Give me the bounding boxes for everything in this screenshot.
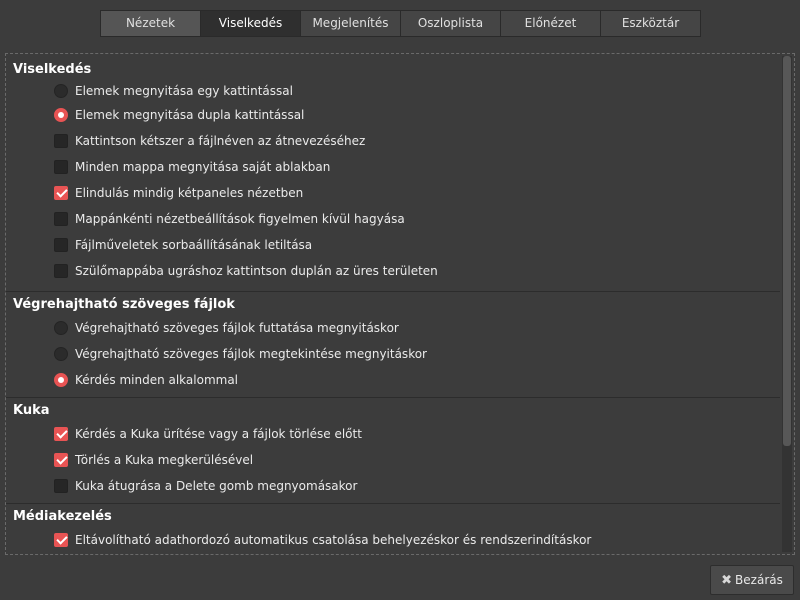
settings-panel: Viselkedés Elemek megnyitása egy kattint…	[5, 53, 795, 555]
option-label: Végrehajtható szöveges fájlok futtatása …	[75, 321, 399, 335]
radio-indicator	[54, 347, 68, 361]
section-title-behavior: Viselkedés	[13, 62, 92, 77]
option-label: Elemek megnyitása dupla kattintással	[75, 108, 305, 122]
section-title-executable: Végrehajtható szöveges fájlok	[13, 297, 235, 312]
tab-behavior[interactable]: Viselkedés	[200, 10, 300, 37]
option-label: Kérdés minden alkalommal	[75, 373, 239, 387]
section-divider	[6, 503, 780, 504]
option-label: Elemek megnyitása egy kattintással	[75, 84, 293, 98]
radio-open-double-click[interactable]: Elemek megnyitása dupla kattintással	[54, 105, 304, 125]
radio-indicator-selected	[54, 373, 68, 387]
scrollbar-thumb[interactable]	[783, 56, 791, 446]
close-icon: ✖	[721, 572, 733, 588]
close-button-label: Bezárás	[735, 573, 783, 587]
option-label: Mappánkénti nézetbeállítások figyelmen k…	[75, 212, 405, 226]
checkbox-ask-before-empty-trash[interactable]: Kérdés a Kuka ürítése vagy a fájlok törl…	[54, 424, 362, 444]
radio-indicator-selected	[54, 108, 68, 122]
radio-view-executable[interactable]: Végrehajtható szöveges fájlok megtekinté…	[54, 344, 427, 364]
checkbox-indicator	[54, 160, 68, 174]
radio-indicator	[54, 321, 68, 335]
checkbox-dual-pane-start[interactable]: Elindulás mindig kétpaneles nézetben	[54, 183, 303, 203]
tab-views[interactable]: Nézetek	[100, 10, 200, 37]
section-title-media: Médiakezelés	[13, 509, 112, 524]
settings-scroll-area: Viselkedés Elemek megnyitása egy kattint…	[6, 54, 780, 554]
option-label: Kattintson kétszer a fájlnéven az átneve…	[75, 134, 366, 148]
radio-indicator	[54, 84, 68, 98]
radio-run-executable[interactable]: Végrehajtható szöveges fájlok futtatása …	[54, 318, 399, 338]
tab-column-list[interactable]: Oszloplista	[400, 10, 500, 37]
option-label: Végrehajtható szöveges fájlok megtekinté…	[75, 347, 427, 361]
checkbox-indicator	[54, 212, 68, 226]
checkbox-indicator-checked	[54, 427, 68, 441]
checkbox-indicator	[54, 264, 68, 278]
option-label: Kuka átugrása a Delete gomb megnyomásako…	[75, 479, 358, 493]
option-label: Eltávolítható adathordozó automatikus cs…	[75, 533, 592, 547]
checkbox-indicator-checked	[54, 186, 68, 200]
checkbox-disable-file-queue[interactable]: Fájlműveletek sorbaállításának letiltása	[54, 235, 312, 255]
checkbox-indicator	[54, 479, 68, 493]
radio-ask-every-time[interactable]: Kérdés minden alkalommal	[54, 370, 238, 390]
checkbox-folder-own-window[interactable]: Minden mappa megnyitása saját ablakban	[54, 157, 330, 177]
radio-open-single-click[interactable]: Elemek megnyitása egy kattintással	[54, 81, 293, 101]
option-label: Kérdés a Kuka ürítése vagy a fájlok törl…	[75, 427, 362, 441]
tab-bar: Nézetek Viselkedés Megjelenítés Oszlopli…	[100, 10, 701, 37]
section-title-trash: Kuka	[13, 403, 50, 418]
checkbox-indicator-checked	[54, 453, 68, 467]
checkbox-rename-double-click[interactable]: Kattintson kétszer a fájlnéven az átneve…	[54, 131, 365, 151]
close-button[interactable]: ✖ Bezárás	[710, 565, 794, 595]
section-divider	[6, 397, 780, 398]
checkbox-double-click-parent[interactable]: Szülőmappába ugráshoz kattintson duplán …	[54, 261, 438, 281]
checkbox-skip-trash-delete-key[interactable]: Kuka átugrása a Delete gomb megnyomásako…	[54, 476, 357, 496]
tab-toolbar[interactable]: Eszköztár	[600, 10, 701, 37]
checkbox-indicator	[54, 238, 68, 252]
checkbox-delete-bypass-trash[interactable]: Törlés a Kuka megkerülésével	[54, 450, 253, 470]
checkbox-indicator	[54, 134, 68, 148]
section-divider	[6, 291, 780, 292]
option-label: Szülőmappába ugráshoz kattintson duplán …	[75, 264, 438, 278]
checkbox-automount-removable[interactable]: Eltávolítható adathordozó automatikus cs…	[54, 530, 591, 550]
option-label: Minden mappa megnyitása saját ablakban	[75, 160, 331, 174]
option-label: Fájlműveletek sorbaállításának letiltása	[75, 238, 313, 252]
tab-display[interactable]: Megjelenítés	[300, 10, 400, 37]
checkbox-ignore-folder-view[interactable]: Mappánkénti nézetbeállítások figyelmen k…	[54, 209, 405, 229]
tab-preview[interactable]: Előnézet	[500, 10, 600, 37]
vertical-scrollbar[interactable]	[782, 56, 792, 552]
option-label: Törlés a Kuka megkerülésével	[75, 453, 254, 467]
option-label: Elindulás mindig kétpaneles nézetben	[75, 186, 304, 200]
checkbox-indicator-checked	[54, 533, 68, 547]
